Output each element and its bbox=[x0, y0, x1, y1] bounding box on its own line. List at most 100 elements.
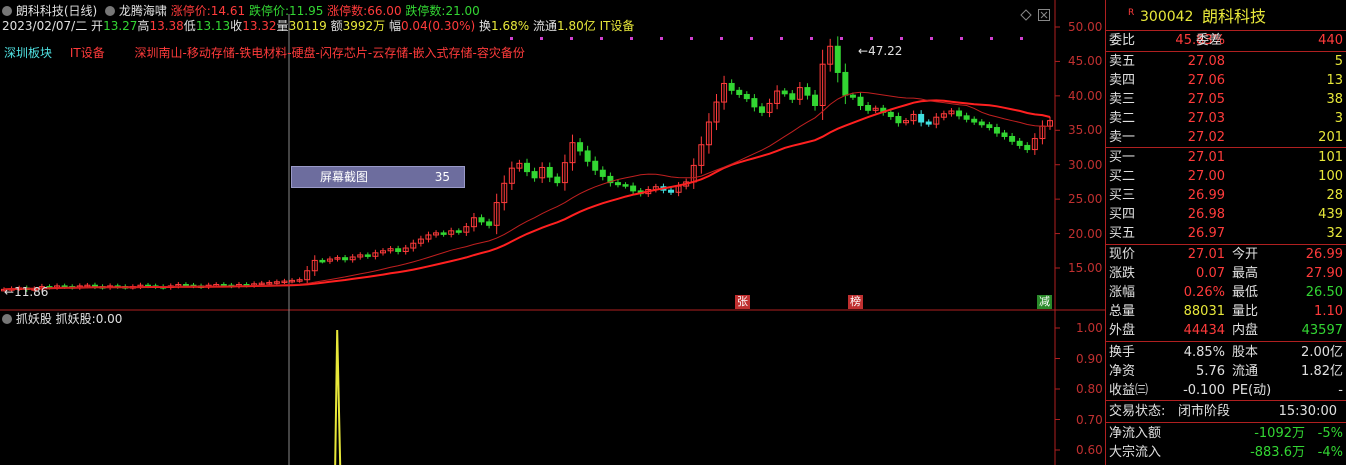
trade-status: 闭市阶段 bbox=[1178, 404, 1231, 419]
ask-volume: 5 bbox=[1334, 54, 1343, 69]
ask-volume: 201 bbox=[1318, 130, 1343, 145]
down-limit: 11.95 bbox=[288, 4, 324, 18]
chevron-down-icon[interactable] bbox=[2, 314, 12, 324]
candle-body bbox=[554, 176, 561, 184]
amp-value: 0.04(0.30%) bbox=[400, 19, 476, 33]
bar-info-row: 2023/02/07/二 开13.27高13.38低13.13收13.32量30… bbox=[2, 19, 634, 33]
amt-value: 3992万 bbox=[342, 19, 386, 33]
ask-row[interactable]: 卖三 27.05 38 bbox=[1106, 90, 1346, 109]
stat-row[interactable]: 涨跌 0.07 最高 27.90 bbox=[1106, 264, 1346, 283]
board-sector[interactable]: IT设备 bbox=[70, 46, 105, 60]
close-label: 收 bbox=[230, 19, 243, 33]
amt-label: 额 bbox=[330, 19, 343, 33]
stat-row[interactable]: 总量 88031 量比 1.10 bbox=[1106, 302, 1346, 321]
board-row: 深圳板块 IT设备 深圳南山-移动存储-铁电材料-硬盘-闪存芯片-云存储-嵌入式… bbox=[4, 46, 525, 60]
stat-label-2: 股本 bbox=[1232, 345, 1259, 360]
marker-zhang[interactable]: 张 bbox=[735, 295, 750, 309]
stat-value: 0.07 bbox=[1196, 266, 1225, 281]
candle-body bbox=[887, 111, 894, 118]
bid-row[interactable]: 买一 27.01 101 bbox=[1106, 148, 1346, 167]
ask-volume: 3 bbox=[1334, 111, 1343, 126]
candle-body bbox=[486, 221, 493, 226]
candle-body bbox=[895, 116, 902, 124]
y-tick-label: 30.00 bbox=[1068, 157, 1103, 172]
screenshot-tooltip[interactable]: 屏幕截图 35 bbox=[291, 166, 465, 188]
sub-y-tick-label: 0.90 bbox=[1076, 351, 1103, 366]
stat-row[interactable]: 换手 4.85% 股本 2.00亿 bbox=[1106, 343, 1346, 362]
sub-panel-value: 0.00 bbox=[95, 312, 123, 326]
stat-value: 4.85% bbox=[1183, 345, 1225, 360]
stat-label-2: PE(动) bbox=[1232, 383, 1272, 398]
up-limit-label: 涨停价: bbox=[170, 4, 211, 18]
low-value: 13.13 bbox=[195, 19, 231, 33]
stat-label-2: 今开 bbox=[1232, 247, 1259, 262]
flow-label: 净流入额 bbox=[1109, 426, 1162, 441]
chevron-down-icon[interactable] bbox=[105, 6, 116, 16]
ask-row[interactable]: 卖四 27.06 13 bbox=[1106, 71, 1346, 90]
candle-body bbox=[531, 171, 538, 179]
stat-value: 27.01 bbox=[1187, 247, 1225, 262]
close-icon[interactable] bbox=[1038, 6, 1050, 21]
bid-label: 买三 bbox=[1109, 188, 1136, 203]
signal-dot bbox=[900, 37, 903, 40]
signal-dot bbox=[930, 37, 933, 40]
y-tick-label: 40.00 bbox=[1068, 88, 1103, 103]
weibi-row: 委比 45.83% 委差 440 bbox=[1106, 31, 1346, 50]
ma-short-line bbox=[3, 91, 1051, 290]
bid-row[interactable]: 买三 26.99 28 bbox=[1106, 186, 1346, 205]
board-label[interactable]: 深圳板块 bbox=[4, 46, 52, 60]
stat-row[interactable]: 收益㈢ -0.100 PE(动) - bbox=[1106, 381, 1346, 400]
vol-value: 30119 bbox=[288, 19, 327, 33]
up-limit: 14.61 bbox=[210, 4, 246, 18]
ask-label: 卖三 bbox=[1109, 92, 1136, 107]
candle-body bbox=[993, 127, 1000, 134]
down-count: 21.00 bbox=[445, 4, 480, 18]
chevron-down-icon[interactable] bbox=[2, 6, 12, 16]
sub-spike bbox=[334, 329, 342, 465]
stat-label: 收益㈢ bbox=[1109, 383, 1149, 398]
bid-row[interactable]: 买五 26.97 32 bbox=[1106, 224, 1346, 243]
candle-body bbox=[789, 93, 796, 100]
close-value: 13.32 bbox=[242, 19, 277, 33]
candle-body bbox=[622, 184, 629, 187]
candle-body bbox=[978, 121, 985, 126]
ask-row[interactable]: 卖一 27.02 201 bbox=[1106, 128, 1346, 147]
tooltip-label: 屏幕截图 bbox=[320, 170, 369, 184]
flow-value: -883.6万 bbox=[1250, 445, 1305, 460]
ask-price: 27.05 bbox=[1187, 92, 1225, 107]
down-count-label: 跌停数: bbox=[405, 4, 446, 18]
ask-volume: 13 bbox=[1326, 73, 1343, 88]
ask-price: 27.03 bbox=[1187, 111, 1225, 126]
sub-indicator bbox=[334, 329, 342, 465]
candle-series bbox=[1, 36, 1053, 292]
stat-row[interactable]: 净资 5.76 流通 1.82亿 bbox=[1106, 362, 1346, 381]
signal-dot bbox=[510, 37, 513, 40]
turn-label: 换 bbox=[479, 19, 492, 33]
candle-body bbox=[319, 259, 326, 263]
high-label: 高 bbox=[137, 19, 150, 33]
signal-dot bbox=[720, 37, 723, 40]
marker-jian[interactable]: 减 bbox=[1037, 295, 1052, 309]
ask-row[interactable]: 卖五 27.08 5 bbox=[1106, 52, 1346, 71]
candle-body bbox=[342, 257, 349, 261]
open-label: 开 bbox=[91, 19, 104, 33]
ma-long-line bbox=[3, 99, 1051, 291]
bid-label: 买五 bbox=[1109, 226, 1136, 241]
candle-body bbox=[455, 230, 462, 233]
ask-row[interactable]: 卖二 27.03 3 bbox=[1106, 109, 1346, 128]
bid-row[interactable]: 买二 27.00 100 bbox=[1106, 167, 1346, 186]
ask-label: 卖五 bbox=[1109, 54, 1136, 69]
board-concepts[interactable]: 深圳南山-移动存储-铁电材料-硬盘-闪存芯片-云存储-嵌入式存储-容灾备份 bbox=[135, 46, 525, 60]
stat-row[interactable]: 外盘 44434 内盘 43597 bbox=[1106, 321, 1346, 340]
sub-panel-value-label: 抓妖股: bbox=[55, 312, 96, 326]
candle-body bbox=[956, 110, 963, 117]
stat-row[interactable]: 现价 27.01 今开 26.99 bbox=[1106, 245, 1346, 264]
candle-body bbox=[834, 45, 841, 73]
bid-row[interactable]: 买四 26.98 439 bbox=[1106, 205, 1346, 224]
candle-body bbox=[963, 115, 970, 120]
diamond-icon[interactable] bbox=[1020, 6, 1032, 21]
stat-row[interactable]: 涨幅 0.26% 最低 26.50 bbox=[1106, 283, 1346, 302]
stock-code: 300042 bbox=[1140, 9, 1194, 25]
marker-bang[interactable]: 榜 bbox=[848, 295, 863, 309]
candle-body bbox=[728, 82, 735, 91]
